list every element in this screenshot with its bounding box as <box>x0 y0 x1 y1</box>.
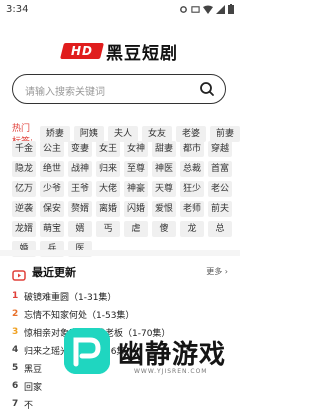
cast-icon <box>191 5 200 17</box>
watermark-logo-icon <box>64 328 110 374</box>
logo-badge-text: HD <box>70 44 93 58</box>
rank-number: 7 <box>12 399 19 409</box>
hot-tags-grid: 千金 公主 变妻 女王 女神 甜妻 都市 穿越隐龙 绝世 战神 归来 至尊 神医 总裁 首富亿万 少爷 王爷 大佬… <box>12 141 232 257</box>
more-link[interactable]: 更多 › <box>206 266 228 277</box>
tag-chip[interactable]: 傻 <box>152 221 176 237</box>
watermark-text: 幽静游戏 <box>118 340 227 370</box>
watermark-url: WWW.YJISREN.COM <box>134 368 208 375</box>
search-input[interactable]: 请输入搜索关键词 <box>12 74 226 104</box>
tag-chip[interactable]: 爱恨 <box>152 201 176 217</box>
tag-chip[interactable]: 离婚 <box>96 201 120 217</box>
tag-chip[interactable]: 婿 <box>68 221 92 237</box>
rank-number: 5 <box>12 363 19 373</box>
tag-chip[interactable]: 前夫 <box>208 201 232 217</box>
tag-chip[interactable]: 丐 <box>96 221 120 237</box>
tag-chip[interactable]: 都市 <box>180 141 204 157</box>
status-icons <box>179 4 234 17</box>
status-time: 3:34 <box>6 4 29 15</box>
list-item[interactable]: 1 破镜难重圆（1-31集） <box>12 287 228 305</box>
tag-chip[interactable]: 虐 <box>124 221 148 237</box>
tag-chip[interactable]: 女友 <box>141 126 172 142</box>
rank-number: 4 <box>12 345 19 355</box>
list-item[interactable]: 2 忘情不知家何处（1-53集） <box>12 305 228 323</box>
tag-chip[interactable]: 归来 <box>96 161 120 177</box>
drama-title: 回家 <box>24 382 43 393</box>
logo-badge: HD <box>60 43 104 59</box>
tag-chip[interactable]: 甜妻 <box>152 141 176 157</box>
tag-chip[interactable]: 龙 <box>180 221 204 237</box>
section-divider <box>0 250 240 256</box>
latest-header: 最近更新 更多 › <box>12 264 228 281</box>
tag-chip[interactable]: 赘婿 <box>68 201 92 217</box>
tag-chip[interactable]: 王爷 <box>68 181 92 197</box>
tag-chip[interactable]: 夫人 <box>107 126 138 142</box>
search-placeholder: 请输入搜索关键词 <box>25 87 105 98</box>
tag-chip[interactable]: 战神 <box>68 161 92 177</box>
tag-chip[interactable]: 公主 <box>40 141 64 157</box>
tag-chip[interactable]: 总裁 <box>180 161 204 177</box>
tag-chip[interactable]: 萌宝 <box>40 221 64 237</box>
tag-chip[interactable]: 天尊 <box>152 181 176 197</box>
tag-chip[interactable]: 闪婚 <box>124 201 148 217</box>
tag-chip[interactable]: 亿万 <box>12 181 36 197</box>
tag-chip[interactable]: 老公 <box>208 181 232 197</box>
tag-chip[interactable]: 龙婿 <box>12 221 36 237</box>
tag-chip[interactable]: 逆袭 <box>12 201 36 217</box>
tag-chip[interactable]: 大佬 <box>96 181 120 197</box>
tag-chip[interactable]: 绝世 <box>40 161 64 177</box>
logo-title: 黑豆短剧 <box>106 43 178 64</box>
tag-chip[interactable]: 首富 <box>208 161 232 177</box>
tag-chip[interactable]: 女王 <box>96 141 120 157</box>
tag-chip[interactable]: 老师 <box>180 201 204 217</box>
more-label: 更多 <box>206 267 223 276</box>
tag-chip[interactable]: 女神 <box>124 141 148 157</box>
wifi-icon <box>203 5 213 17</box>
tag-chip[interactable]: 神医 <box>152 161 176 177</box>
tag-chip[interactable]: 狂少 <box>180 181 204 197</box>
settings-icon <box>179 5 188 17</box>
drama-title: 黑豆 <box>24 364 43 375</box>
battery-icon <box>228 4 234 17</box>
chevron-right-icon: › <box>224 267 228 276</box>
tag-chip[interactable]: 穿越 <box>208 141 232 157</box>
rank-number: 6 <box>12 381 19 391</box>
rank-number: 2 <box>12 309 19 319</box>
tag-chip[interactable]: 至尊 <box>124 161 148 177</box>
status-bar: 3:34 <box>0 0 240 20</box>
app-logo: HD 黑豆短剧 <box>0 38 240 64</box>
signal-icon <box>216 4 225 17</box>
latest-title: 最近更新 <box>32 266 76 279</box>
search-icon[interactable] <box>199 81 215 101</box>
rank-number: 3 <box>12 327 19 337</box>
rank-number: 1 <box>12 291 19 301</box>
tag-chip[interactable]: 娇妻 <box>39 126 70 142</box>
tv-icon <box>12 266 26 285</box>
drama-title: 破镜难重圆（1-31集） <box>24 292 117 303</box>
tag-chip[interactable]: 神豪 <box>124 181 148 197</box>
tag-chip[interactable]: 总 <box>208 221 232 237</box>
drama-title: 不 <box>24 400 34 411</box>
tag-chip[interactable]: 前妻 <box>209 126 240 142</box>
tag-chip[interactable]: 千金 <box>12 141 36 157</box>
tag-chip[interactable]: 老婆 <box>175 126 206 142</box>
watermark: 幽静游戏 WWW.YJISREN.COM <box>64 328 240 400</box>
tag-chip[interactable]: 变妻 <box>68 141 92 157</box>
tag-chip[interactable]: 保安 <box>40 201 64 217</box>
tag-chip[interactable]: 隐龙 <box>12 161 36 177</box>
tag-chip[interactable]: 阿姨 <box>73 126 104 142</box>
drama-title: 忘情不知家何处（1-53集） <box>24 310 135 321</box>
tag-chip[interactable]: 少爷 <box>40 181 64 197</box>
